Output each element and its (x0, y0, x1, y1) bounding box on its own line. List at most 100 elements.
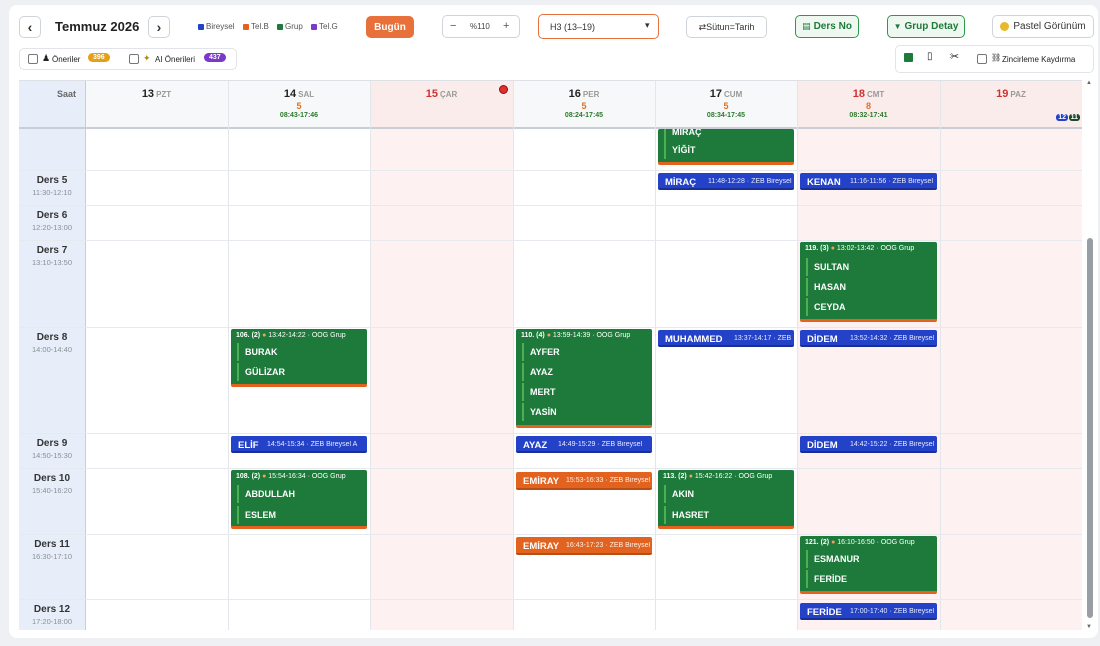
status-dot-icon: ● (546, 332, 551, 339)
day-header-13[interactable]: 13 PZT (85, 81, 228, 127)
individual-event-card[interactable]: FERİDE 17:00-17:40 · ZEB Bireysel (800, 603, 937, 620)
vertical-scrollbar[interactable]: ▲ ▼ (1086, 80, 1094, 630)
day-weekday: PER (582, 90, 600, 99)
ai-checkbox[interactable] (129, 54, 139, 64)
oneriler-checkbox[interactable] (28, 54, 38, 64)
day-weekday: CMT (866, 90, 885, 99)
individual-event-card[interactable]: ELİF 14:54-15:34 · ZEB Bireysel A (231, 436, 367, 453)
slot-label: Ders 6 12:20-13:00 (19, 210, 85, 232)
excel-icon[interactable] (904, 53, 913, 62)
day-header-19[interactable]: 19 PAZ 12 11 (940, 81, 1082, 127)
group-member: AKIN (664, 485, 694, 503)
status-dot-icon: ● (830, 245, 835, 252)
calendar-grid: Saat 13 PZT 14 SAL 5 08:43-17:46 15 ÇAR 16 PER… (19, 80, 1082, 630)
event-detail: 15:53-16:33 · ZEB Bireysel (566, 477, 651, 484)
group-member: BURAK (237, 343, 278, 361)
group-number: 110. (4) (521, 332, 545, 339)
group-event-card[interactable]: 110. (4) ● 13:59-14:39 · OOG Grup AYFER … (516, 329, 652, 428)
day-number: 19 (996, 88, 1009, 100)
day-weekday: PAZ (1010, 90, 1026, 99)
next-week-button[interactable]: › (148, 16, 170, 38)
ai-count-badge: 437 (204, 53, 226, 62)
scrollbar-thumb[interactable] (1087, 238, 1093, 618)
group-event-card[interactable]: 108. (2) ● 15:54-16:34 · OOG Grup ABDULL… (231, 470, 367, 529)
day-lesson-count: 5 (723, 101, 729, 111)
group-member: ESLEM (237, 506, 276, 524)
col-line (655, 81, 656, 630)
col-line (85, 81, 86, 630)
group-info: 13:42-14:22 · OOG Grup (268, 332, 346, 339)
slot-time: 13:10-13:50 (31, 258, 73, 267)
holiday-dot-icon (499, 85, 508, 94)
day-header-14[interactable]: 14 SAL 5 08:43-17:46 (228, 81, 370, 127)
group-member: AYFER (522, 343, 560, 361)
group-event-card[interactable]: 119. (3) ● 13:02-13:42 · OOG Grup SULTAN… (800, 242, 937, 322)
scroll-down-arrow[interactable]: ▼ (1086, 624, 1092, 630)
person-icon: ♟ (42, 53, 51, 63)
clipboard-icon[interactable]: ▯ (927, 51, 933, 62)
tools-icon[interactable]: ✂ (950, 50, 959, 63)
group-header: 119. (3) ● 13:02-13:42 · OOG Grup (805, 245, 914, 252)
zoom-in-button[interactable]: + (503, 20, 509, 32)
group-info: 15:54-16:34 · OOG Grup (268, 473, 346, 480)
scroll-up-arrow[interactable]: ▲ (1086, 80, 1092, 86)
day-weekday: ÇAR (439, 90, 458, 99)
prev-week-button[interactable]: ‹ (19, 16, 41, 38)
legend-telg: Tel.G (311, 22, 338, 31)
zoom-out-button[interactable]: − (450, 20, 456, 32)
individual-event-card[interactable]: DİDEM 13:52-14:32 · ZEB Bireysel (800, 330, 937, 347)
group-member: ABDULLAH (237, 485, 295, 503)
student-name: EMİRAY (523, 476, 560, 487)
grup-detay-label: Grup Detay (904, 21, 959, 32)
group-header: 110. (4) ● 13:59-14:39 · OOG Grup (521, 332, 630, 339)
zincirleme-label: Zincirleme Kaydırma (1002, 55, 1076, 64)
group-member: CEYDA (806, 298, 846, 316)
group-event-card[interactable]: 121. (2) ● 16:10-16:50 · OOG Grup ESMANU… (800, 536, 937, 594)
week-select[interactable]: H3 (13–19) ▾ (538, 14, 659, 39)
legend-swatch (243, 23, 249, 30)
day-header-18[interactable]: 18 CMT 8 08:32-17:41 (797, 81, 940, 127)
column-date-toggle[interactable]: ⇄Sütun=Tarih (686, 16, 767, 38)
individual-event-card[interactable]: DİDEM 14:42-15:22 · ZEB Bireysel (800, 436, 937, 453)
ai-label: AI Önerileri (155, 55, 196, 64)
today-button[interactable]: Bugün (366, 16, 414, 38)
group-number: 113. (2) (663, 473, 687, 480)
group-event-card[interactable]: MİRAÇ YİĞİT (658, 129, 794, 165)
ders-no-button[interactable]: ▤ Ders No (795, 15, 859, 38)
status-dot-icon: ● (688, 473, 693, 480)
group-event-card[interactable]: 106. (2) ● 13:42-14:22 · OOG Grup BURAK … (231, 329, 367, 387)
day-lesson-count: 8 (865, 101, 871, 111)
slot-label: Ders 10 15:40-16:20 (19, 473, 85, 495)
day-column-sun-bg (940, 81, 1082, 630)
slot-name: Ders 10 (33, 473, 71, 484)
zincirleme-checkbox[interactable] (977, 54, 987, 64)
pastel-view-button[interactable]: Pastel Görünüm (992, 15, 1094, 38)
group-header: 108. (2) ● 15:54-16:34 · OOG Grup (236, 473, 346, 480)
day-header-16[interactable]: 16 PER 5 08:24-17:45 (513, 81, 655, 127)
individual-event-card[interactable]: MUHAMMED 13:37-14:17 · ZEB (658, 330, 794, 347)
group-number: 119. (3) (805, 245, 829, 252)
col-line (797, 81, 798, 630)
student-name: AYAZ (523, 440, 548, 451)
group-event-card[interactable]: 113. (2) ● 15:42-16:22 · OOG Grup AKIN H… (658, 470, 794, 529)
phone-event-card[interactable]: EMİRAY 16:43-17:23 · ZEB Bireysel (516, 537, 652, 555)
student-name: MUHAMMED (665, 334, 723, 345)
event-detail: 16:43-17:23 · ZEB Bireysel (566, 542, 651, 549)
grup-detay-button[interactable]: ▼ Grup Detay (887, 15, 965, 38)
event-detail: 13:52-14:32 · ZEB Bireysel (850, 335, 935, 342)
slot-time: 12:20-13:00 (31, 223, 73, 232)
individual-event-card[interactable]: MİRAÇ 11:48-12:28 · ZEB Bireysel (658, 173, 794, 190)
slot-name: Ders 12 (33, 604, 71, 615)
legend-bireysel: Bireysel (198, 22, 234, 31)
phone-event-card[interactable]: EMİRAY 15:53-16:33 · ZEB Bireysel (516, 472, 652, 490)
event-detail: 17:00-17:40 · ZEB Bireysel (850, 608, 935, 615)
day-header-15[interactable]: 15 ÇAR (370, 81, 513, 127)
day-header-17[interactable]: 17 CUM 5 08:34-17:45 (655, 81, 797, 127)
day-lesson-count: 5 (581, 101, 587, 111)
student-name: KENAN (807, 177, 841, 188)
row-line (19, 433, 1082, 434)
individual-event-card[interactable]: AYAZ 14:49-15:29 · ZEB Bireysel (516, 436, 652, 453)
month-title: Temmuz 2026 (55, 19, 140, 34)
individual-event-card[interactable]: KENAN 11:16-11:56 · ZEB Bireysel (800, 173, 937, 190)
legend-swatch (198, 23, 204, 30)
